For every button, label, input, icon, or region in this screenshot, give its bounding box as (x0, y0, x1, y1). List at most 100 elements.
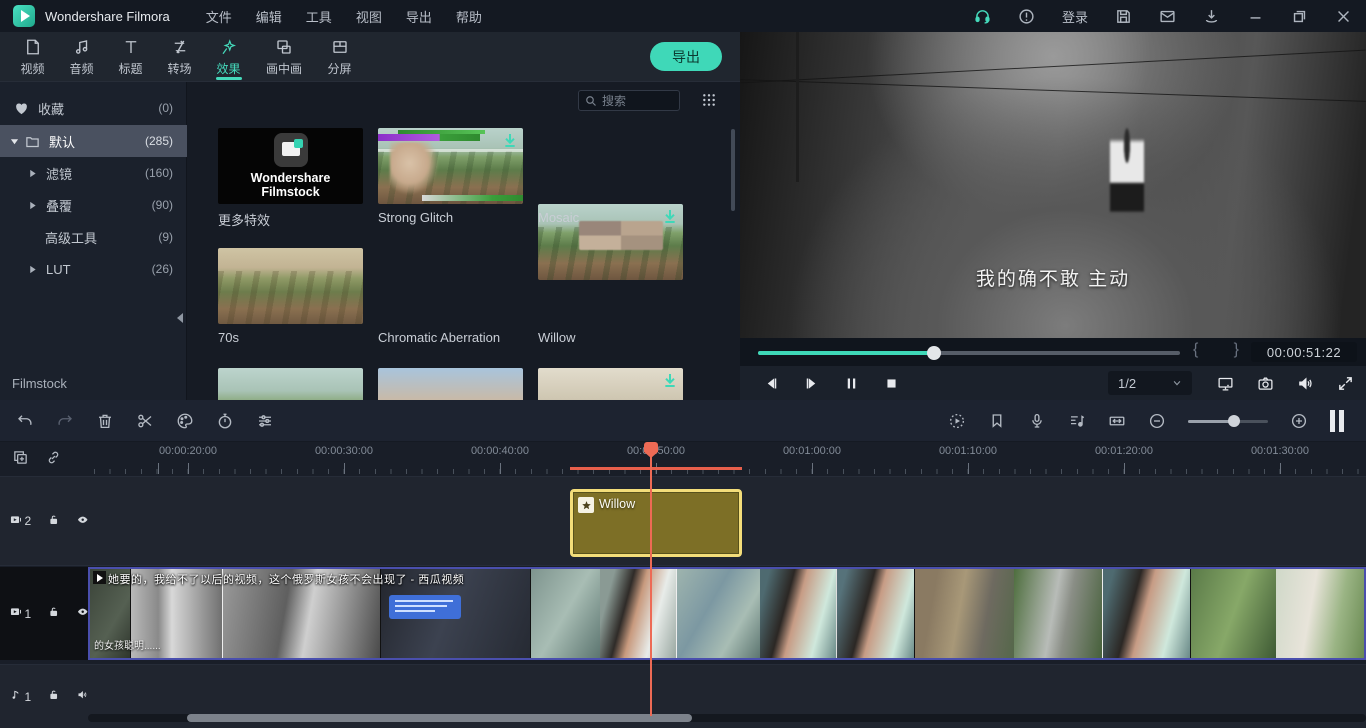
tab-transitions[interactable]: 转场 (155, 32, 204, 82)
timeline-hscrollbar (88, 714, 1366, 722)
redo-button[interactable] (56, 412, 74, 430)
link-clips-icon[interactable] (45, 449, 62, 466)
tab-pip[interactable]: 画中画 (253, 32, 315, 82)
mark-in-button[interactable]: { (1193, 341, 1198, 359)
support-headset-icon[interactable] (974, 8, 991, 25)
search-input[interactable] (602, 94, 672, 108)
fit-timeline-button[interactable] (1108, 412, 1126, 430)
thumbnail-chat-bubble (389, 595, 461, 619)
tab-split-screen[interactable]: 分屏 (315, 32, 364, 82)
menu-help[interactable]: 帮助 (456, 7, 482, 26)
panel-collapse-icon[interactable] (176, 313, 184, 323)
audio-mixer-button[interactable] (1068, 412, 1086, 430)
ruler-label: 00:01:20:00 (1069, 445, 1179, 457)
zoom-out-button[interactable] (1148, 412, 1166, 430)
lock-track-icon[interactable] (48, 514, 59, 529)
lock-track-icon[interactable] (48, 689, 59, 704)
next-frame-button[interactable] (804, 376, 819, 391)
default-count: (285) (145, 134, 173, 148)
menu-file[interactable]: 文件 (206, 7, 232, 26)
restore-button[interactable] (1291, 8, 1308, 25)
timeline-ruler[interactable]: 00:00:20:00 00:00:30:00 00:00:40:00 00:0… (0, 442, 1366, 475)
render-preview-button[interactable] (948, 412, 966, 430)
download-effect-icon[interactable] (502, 132, 518, 148)
delete-button[interactable] (96, 412, 114, 430)
effect-label: Willow (538, 330, 688, 345)
preview-video[interactable]: 我的确不敢 主动 (740, 32, 1366, 338)
speed-timer-button[interactable] (216, 412, 234, 430)
zoom-in-button[interactable] (1290, 412, 1308, 430)
minimize-button[interactable] (1247, 8, 1264, 25)
stop-button[interactable] (884, 376, 899, 391)
display-device-button[interactable] (1217, 375, 1234, 392)
previous-frame-button[interactable] (764, 376, 779, 391)
tab-titles[interactable]: 标题 (106, 32, 155, 82)
seek-bar[interactable] (758, 351, 1180, 355)
effect-card-strong-glitch[interactable] (378, 128, 523, 204)
grid-view-icon[interactable] (701, 92, 717, 108)
menu-export[interactable]: 导出 (406, 7, 432, 26)
menu-tools[interactable]: 工具 (306, 7, 332, 26)
clip-overlay-title: 她要的，我给不了以后的视频，这个俄罗斯女孩不会出现了 - 西瓜视频 (108, 571, 464, 587)
zoom-slider-handle[interactable] (1228, 415, 1240, 427)
mute-track-icon[interactable] (77, 689, 88, 704)
color-palette-button[interactable] (176, 412, 194, 430)
timeline-zoom-slider[interactable] (1188, 420, 1268, 423)
volume-button[interactable] (1297, 375, 1314, 392)
tab-audio[interactable]: 音频 (57, 32, 106, 82)
adjust-settings-button[interactable] (256, 412, 274, 430)
effect-card-partial[interactable] (378, 368, 523, 400)
close-button[interactable] (1335, 8, 1352, 25)
fullscreen-button[interactable] (1337, 375, 1354, 392)
sidebar-item-overlays[interactable]: 叠覆 (90) (0, 189, 187, 221)
timeline-hscrollbar-thumb[interactable] (187, 714, 692, 722)
sidebar-item-favorites[interactable]: 收藏 (0) (0, 92, 187, 124)
split-scissors-button[interactable] (136, 412, 154, 430)
copy-clip-icon[interactable] (12, 449, 29, 466)
lock-track-icon[interactable] (48, 606, 59, 621)
filmstock-section-label[interactable]: Filmstock (12, 376, 67, 391)
export-button[interactable]: 导出 (650, 42, 722, 71)
effect-card-70s[interactable] (218, 248, 363, 324)
mail-icon[interactable] (1159, 8, 1176, 25)
sidebar-item-lut[interactable]: LUT (26) (0, 253, 187, 285)
voiceover-mic-button[interactable] (1028, 412, 1046, 430)
toggle-visibility-icon[interactable] (77, 606, 88, 621)
login-button[interactable]: 登录 (1062, 7, 1088, 26)
effect-card-partial[interactable] (218, 368, 363, 400)
video-tab-icon (24, 38, 42, 56)
sidebar-item-filters[interactable]: 滤镜 (160) (0, 157, 187, 189)
undo-button[interactable] (16, 412, 34, 430)
sidebar-item-advanced-tools[interactable]: 高级工具 (9) (0, 221, 187, 253)
pause-bars-icon[interactable] (1330, 410, 1344, 432)
sidebar-item-default[interactable]: 默认 (285) (0, 125, 187, 157)
seek-handle[interactable] (927, 346, 941, 360)
willow-effect-clip[interactable]: Willow (570, 489, 742, 557)
caret-right-icon (28, 201, 37, 210)
effect-card-partial[interactable] (538, 368, 683, 400)
search-box[interactable] (578, 90, 680, 111)
tab-transitions-label: 转场 (167, 60, 191, 77)
tab-video[interactable]: 视频 (8, 32, 57, 82)
info-icon[interactable] (1018, 8, 1035, 25)
effects-scrollbar[interactable] (731, 129, 735, 211)
playhead-line[interactable] (650, 456, 652, 716)
pause-button[interactable] (844, 376, 859, 391)
caret-right-icon (28, 169, 37, 178)
download-effect-icon[interactable] (662, 372, 678, 388)
marker-button[interactable] (988, 412, 1006, 430)
playback-quality-dropdown[interactable]: 1/2 (1108, 371, 1192, 395)
menu-view[interactable]: 视图 (356, 7, 382, 26)
save-icon[interactable] (1115, 8, 1132, 25)
tab-titles-label: 标题 (118, 60, 142, 77)
toggle-visibility-icon[interactable] (77, 514, 88, 529)
menu-edit[interactable]: 编辑 (256, 7, 282, 26)
main-video-clip[interactable]: 她要的，我给不了以后的视频，这个俄罗斯女孩不会出现了 - 西瓜视频 的女孩聪明.… (88, 567, 1366, 660)
play-badge-icon (93, 571, 106, 584)
effect-card-filmstock[interactable]: WondershareFilmstock (218, 128, 363, 204)
tab-effects[interactable]: 效果 (204, 32, 253, 82)
transitions-tab-icon (171, 38, 189, 56)
download-icon[interactable] (1203, 8, 1220, 25)
snapshot-camera-button[interactable] (1257, 375, 1274, 392)
mark-out-button[interactable]: } (1234, 341, 1239, 359)
